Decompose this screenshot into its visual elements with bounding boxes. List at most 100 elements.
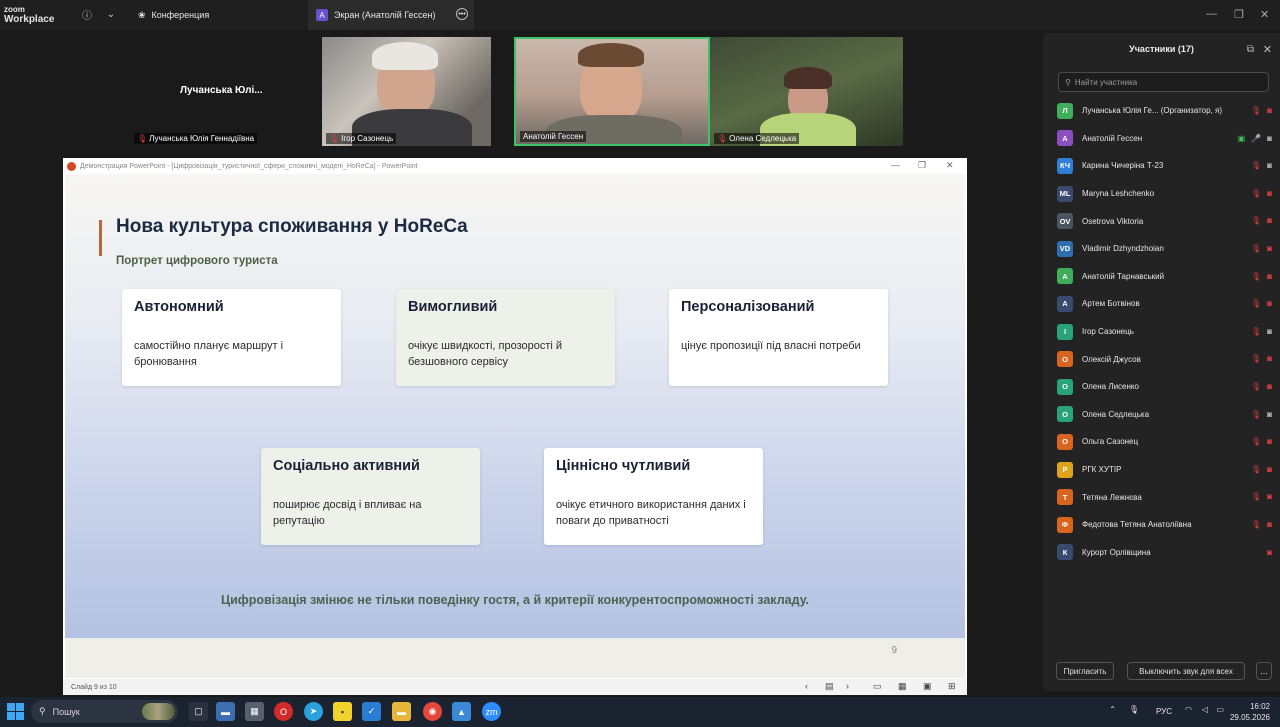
participant-hair <box>784 67 832 89</box>
chrome-icon[interactable]: ◉ <box>423 702 442 721</box>
participant-row[interactable]: Ф Федотова Тетяна Анатоліївна 🎙 ◙ <box>1057 511 1272 539</box>
participant-name: Ігор Сазонець <box>1082 327 1134 337</box>
participant-row[interactable]: О Олена Лисенко 🎙 ◙ <box>1057 373 1272 401</box>
more-icon[interactable]: ••• <box>456 8 468 20</box>
card-demanding: Вимогливий очікує швидкості, прозорості … <box>396 289 615 386</box>
language-indicator[interactable]: РУС <box>1156 707 1172 716</box>
next-slide-icon[interactable]: › <box>846 681 849 691</box>
card-title: Персоналізований <box>681 299 815 315</box>
mic-off-icon: 🎙 <box>1251 464 1262 474</box>
normal-view-icon[interactable]: ▭ <box>873 681 882 692</box>
participant-row[interactable]: К Курорт Орлівщина ◙ <box>1057 539 1272 567</box>
video-name-label: Олена Седлецька <box>729 134 797 143</box>
mic-icon[interactable]: 🎙 <box>1129 705 1139 714</box>
taskbar-search[interactable]: ⚲ Пошук <box>31 700 178 723</box>
camera-on-icon: ◙ <box>1267 326 1272 336</box>
participant-status-icons: 🎙 ◙ <box>1251 216 1272 225</box>
close-icon[interactable]: ✕ <box>1260 8 1269 21</box>
todo-icon[interactable]: ✓ <box>362 702 381 721</box>
mic-off-icon: 🎙 <box>1251 299 1262 309</box>
telegram-icon[interactable]: ➤ <box>304 702 323 721</box>
participant-row[interactable]: КЧ Карина Чичеріна Т-23 🎙 ◙ <box>1057 152 1272 180</box>
participant-hair <box>578 43 644 67</box>
participant-row[interactable]: OV Osetrova Viktoria 🎙 ◙ <box>1057 207 1272 235</box>
participant-row[interactable]: І Ігор Сазонець 🎙 ◙ <box>1057 318 1272 346</box>
participant-name: Артем Ботвінов <box>1082 299 1140 309</box>
sticky-notes-icon[interactable]: ▪ <box>333 702 352 721</box>
mic-off-icon: 🎙 <box>1251 161 1262 171</box>
file-explorer-icon[interactable]: ▬ <box>392 702 411 721</box>
participant-row[interactable]: ML Maryna Leshchenko 🎙 ◙ <box>1057 180 1272 208</box>
participant-search-input[interactable]: ⚲ Найти участника <box>1058 72 1269 92</box>
participant-row[interactable]: Р РГК ХУТІР 🎙 ◙ <box>1057 456 1272 484</box>
slide-number: 9 <box>891 645 897 656</box>
more-options-button[interactable]: ... <box>1256 662 1272 680</box>
camera-off-icon: ◙ <box>1267 299 1272 309</box>
card-socially-active: Соціально активний поширює досвід і впли… <box>261 448 480 545</box>
video-tile-luchanska[interactable]: Лучанська Юлі... 🎙 Лучанська Юлія Геннаді… <box>130 37 320 146</box>
close-icon[interactable]: ✕ <box>946 160 954 171</box>
mute-all-button[interactable]: Выключить звук для всех <box>1127 662 1245 680</box>
participants-panel: Участники (17) ⧉ ✕ ⚲ Найти участника Л Лу… <box>1043 33 1280 691</box>
search-icon: ⚲ <box>1065 77 1071 87</box>
tab-conference[interactable]: ❀ Конференция <box>138 0 209 30</box>
tab-screen-share[interactable]: A Экран (Анатолій Гессен) ••• <box>308 0 474 30</box>
avatar: А <box>1057 295 1073 312</box>
slide-sorter-icon[interactable]: ▤ <box>825 681 834 692</box>
grid-view-icon[interactable]: ▦ <box>898 681 907 692</box>
participant-status-icons: 🎙 ◙ <box>1251 189 1272 198</box>
participant-row[interactable]: А Анатолій Гессен ▣ 🎤 ◙ <box>1057 125 1272 153</box>
screen-share-icon: ▣ <box>1237 133 1246 143</box>
presenter-view-icon[interactable]: ⊞ <box>948 681 956 692</box>
slide: Нова культура споживання у HoReCa Портре… <box>65 174 965 678</box>
reading-view-icon[interactable]: ▣ <box>923 681 932 692</box>
popout-icon[interactable]: ⧉ <box>1247 44 1254 55</box>
minimize-icon[interactable]: — <box>891 160 900 170</box>
avatar: А <box>1057 268 1073 285</box>
wifi-icon[interactable]: ◠ <box>1185 705 1192 714</box>
clock[interactable]: 16:02 29.05.2026 <box>1230 701 1270 723</box>
minimize-icon[interactable]: — <box>1206 8 1217 20</box>
clock-date: 29.05.2026 <box>1229 713 1270 722</box>
participant-row[interactable]: VD Vladimir Dzhyndzhoian 🎙 ◙ <box>1057 235 1272 263</box>
volume-icon[interactable]: ◁ <box>1202 705 1208 714</box>
taskbar-search-label: Пошук <box>52 706 80 717</box>
video-tile-ihor[interactable]: 🎙 Ігор Сазонець <box>322 37 491 146</box>
ppt-status-bar: Слайд 9 из 10 ‹ ▤ › ▭ ▦ ▣ ⊞ <box>63 679 967 695</box>
chevron-down-icon[interactable]: ⌄ <box>104 7 118 21</box>
avatar: OV <box>1057 213 1073 230</box>
app-icon[interactable]: ▬ <box>216 702 235 721</box>
opera-icon[interactable]: O <box>274 702 293 721</box>
participant-row[interactable]: А Анатолій Тарнавський 🎙 ◙ <box>1057 263 1272 291</box>
tab-screen-label: Экран (Анатолій Гессен) <box>334 10 436 20</box>
mic-off-icon: 🎙 <box>1251 106 1262 115</box>
participant-row[interactable]: А Артем Ботвінов 🎙 ◙ <box>1057 290 1272 318</box>
close-icon[interactable]: ✕ <box>1263 43 1272 56</box>
photos-icon[interactable]: ▲ <box>452 702 471 721</box>
participant-status-icons: 🎙 ◙ <box>1251 161 1272 170</box>
camera-off-icon: ◙ <box>1267 437 1272 447</box>
info-icon[interactable]: ⓘ <box>80 7 94 22</box>
card-autonomous: Автономний самостійно планує маршрут і б… <box>122 289 341 386</box>
participant-status-icons: ▣ 🎤 ◙ <box>1238 134 1272 143</box>
participant-row[interactable]: Т Тетяна Лежнєва 🎙 ◙ <box>1057 483 1272 511</box>
windows-start-icon[interactable] <box>7 703 24 720</box>
participant-row[interactable]: О Олексій Джусов 🎙 ◙ <box>1057 345 1272 373</box>
participant-row[interactable]: О Ольга Сазонец 🎙 ◙ <box>1057 428 1272 456</box>
maximize-icon[interactable]: ❐ <box>918 160 926 171</box>
battery-icon[interactable]: ▭ <box>1216 705 1224 714</box>
prev-slide-icon[interactable]: ‹ <box>805 681 808 691</box>
maximize-icon[interactable]: ❐ <box>1234 8 1244 21</box>
zoom-icon[interactable]: zm <box>482 702 501 721</box>
avatar: Л <box>1057 102 1073 119</box>
participant-row[interactable]: О Олена Седлецька 🎙 ◙ <box>1057 401 1272 429</box>
video-tile-olena[interactable]: 🎙 Олена Седлецька <box>710 37 903 146</box>
participant-status-icons: 🎙 ◙ <box>1251 106 1272 115</box>
video-tile-anatolii-active-speaker[interactable]: Анатолій Гессен <box>514 37 710 146</box>
invite-button[interactable]: Пригласить <box>1056 662 1114 680</box>
chevron-up-icon[interactable]: ⌃ <box>1109 705 1116 714</box>
participant-row[interactable]: Л Лучанська Юлія Ге... (Организатор, я) 🎙 ◙ <box>1057 97 1272 125</box>
camera-off-icon: ◙ <box>1267 271 1272 281</box>
calculator-icon[interactable]: ▦ <box>245 702 264 721</box>
task-view-icon[interactable]: ▢ <box>189 702 208 721</box>
